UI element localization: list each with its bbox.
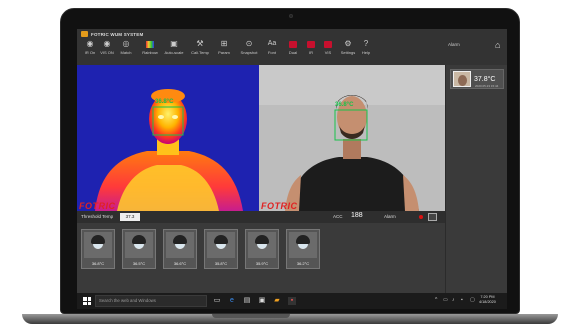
param-button[interactable]: ⊞ Param [213, 39, 235, 56]
taskbar-clock[interactable]: 7:20 PM 4/18/2020 [479, 295, 496, 305]
app-toolbar: FOTRIC WUM SYSTEM ◉ IR On ◉ VIS ON ◎ Mat… [77, 29, 507, 65]
file-explorer-icon[interactable]: ▤ [243, 297, 251, 305]
webcam [289, 14, 293, 18]
snapshot-photo [248, 232, 276, 258]
snapshot-photo [166, 232, 194, 258]
alarm-record-temp: 37.8°C [474, 75, 496, 83]
ir-camera-icon: ◉ [86, 39, 94, 48]
font-icon: Aa [267, 40, 277, 47]
visible-camera-icon: ◉ [103, 39, 111, 48]
snapshot-photo [84, 232, 112, 258]
alarm-record-date: 2020.05.23 15:44 [475, 84, 499, 88]
vis-view-icon [324, 40, 333, 48]
rainbow-palette-button[interactable]: Rainbow [139, 40, 161, 55]
match-button[interactable]: ◎ Match [115, 39, 137, 56]
acc-label: ACC [333, 214, 343, 219]
alarm-record-photo [453, 71, 471, 87]
fotric-app-taskbar-icon[interactable]: ▪ [288, 297, 296, 305]
laptop-base [22, 314, 558, 324]
calibrate-icon: ⚒ [196, 39, 204, 48]
taskbar-search-input[interactable]: Search the web and Windows [95, 295, 207, 307]
windows-start-icon[interactable] [83, 297, 91, 305]
snapshot-temp: 36.5°C [132, 261, 146, 266]
snapshot-thumb[interactable]: 35.8°C [204, 229, 238, 269]
snapshot-temp: 35.9°C [255, 261, 269, 266]
help-icon: ? [363, 39, 369, 48]
snapshot-thumb[interactable]: 36.6°C [163, 229, 197, 269]
laptop-bezel: FOTRIC WUM SYSTEM ◉ IR On ◉ VIS ON ◎ Mat… [60, 8, 520, 314]
control-strip: Threshold Temp 37.3 ACC 188 Alarm [77, 211, 445, 223]
acc-value: 188 [351, 212, 363, 219]
laptop: FOTRIC WUM SYSTEM ◉ IR On ◉ VIS ON ◎ Mat… [22, 8, 558, 324]
fotric-logo-icon [81, 31, 88, 37]
windows-taskbar: Search the web and Windows ▭ e ▤ ▣ ▰ ▪ ^… [77, 293, 507, 309]
gear-icon: ⚙ [344, 39, 352, 48]
alarm-panel: 37.8°C 2020.05.23 15:44 [445, 65, 507, 293]
threshold-input[interactable]: 37.3 [120, 213, 140, 221]
param-icon: ⊞ [220, 39, 228, 48]
snapshot-photo [125, 232, 153, 258]
task-view-icon[interactable]: ▭ [213, 297, 221, 305]
store-icon[interactable]: ▣ [258, 297, 266, 305]
screen: FOTRIC WUM SYSTEM ◉ IR On ◉ VIS ON ◎ Mat… [77, 29, 507, 309]
font-button[interactable]: Aa Font [261, 40, 283, 55]
edge-browser-icon[interactable]: e [228, 297, 236, 305]
snapshot-temp: 36.2°C [296, 261, 310, 266]
app-title: FOTRIC WUM SYSTEM [91, 31, 144, 37]
ir-view-icon [307, 40, 316, 48]
alarm-label: Alarm [384, 214, 396, 219]
alarm-header-label: Alarm [448, 42, 460, 47]
laptop-notch [212, 314, 290, 318]
vis-face-temp-label: 36.8°C [335, 102, 354, 108]
chevron-up-icon[interactable]: ^ [435, 297, 437, 303]
visible-view[interactable]: 36.8°C FOTRIC [259, 65, 445, 211]
cali-temp-button[interactable]: ⚒ Cali.Temp [189, 39, 211, 56]
taskbar-date: 4/18/2020 [479, 300, 496, 304]
vis-view-button[interactable]: VIS [317, 40, 339, 55]
network-icon[interactable]: ▭ [443, 297, 448, 303]
home-icon[interactable]: ⌂ [495, 40, 500, 50]
snapshot-thumb[interactable]: 36.2°C [286, 229, 320, 269]
thermal-view[interactable]: 36.8°C FOTRIC [77, 65, 259, 211]
camera-icon: ⊙ [245, 39, 253, 48]
ir-watermark: FOTRIC [79, 201, 116, 211]
alarm-indicator-icon [419, 215, 423, 219]
notification-icon[interactable]: ▢ [470, 297, 475, 303]
snapshot-photo [207, 232, 235, 258]
language-icon[interactable]: ▪ [461, 297, 463, 303]
snapshot-thumb[interactable]: 36.5°C [122, 229, 156, 269]
volume-icon[interactable]: ♪ [452, 297, 455, 303]
alarm-record-card[interactable]: 37.8°C 2020.05.23 15:44 [450, 69, 504, 89]
match-icon: ◎ [122, 39, 130, 48]
threshold-label: Threshold Temp [81, 214, 114, 219]
thermal-image [77, 65, 259, 211]
ir-face-temp-label: 36.8°C [155, 99, 174, 105]
auto-scale-button[interactable]: ▣ Auto-scale [163, 39, 185, 56]
snapshot-folder-button[interactable] [428, 213, 437, 221]
vis-watermark: FOTRIC [261, 201, 298, 211]
snapshot-strip: 36.8°C 36.5°C 36.6°C 35.8°C 35.9°C 36.2°… [77, 223, 445, 293]
snapshot-temp: 35.8°C [214, 261, 228, 266]
folder-icon[interactable]: ▰ [273, 297, 281, 305]
snapshot-temp: 36.6°C [173, 261, 187, 266]
snapshot-thumb[interactable]: 36.8°C [81, 229, 115, 269]
palette-icon [146, 40, 155, 48]
visible-image [259, 65, 445, 211]
auto-scale-icon: ▣ [170, 39, 178, 48]
app-brand: FOTRIC WUM SYSTEM [81, 31, 143, 37]
snapshot-photo [289, 232, 317, 258]
snapshot-button[interactable]: ⊙ Snapshot [238, 39, 260, 56]
help-button[interactable]: ? Help [355, 39, 377, 56]
dual-view-icon [289, 40, 298, 48]
snapshot-thumb[interactable]: 35.9°C [245, 229, 279, 269]
snapshot-temp: 36.8°C [91, 261, 105, 266]
